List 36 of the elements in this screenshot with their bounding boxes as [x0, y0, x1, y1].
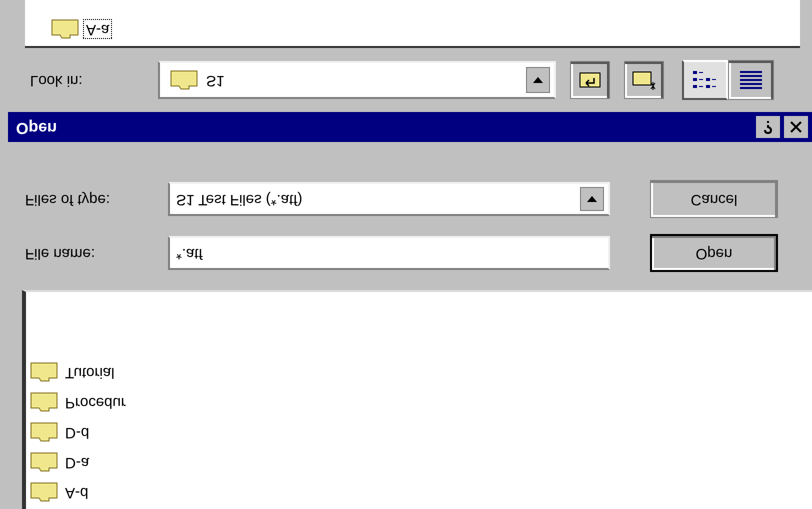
details-view-icon: [738, 69, 764, 91]
list-view-button[interactable]: [682, 60, 728, 100]
folder-icon: [51, 19, 79, 39]
look-in-dropdown[interactable]: S1: [158, 61, 556, 99]
folder-item[interactable]: Procedur: [62, 392, 129, 412]
new-folder-button[interactable]: [624, 61, 664, 99]
folder-icon: [30, 482, 58, 502]
folder-icon: [170, 70, 198, 90]
folder-icon: [30, 452, 58, 472]
help-button[interactable]: [756, 116, 780, 138]
file-type-dropdown[interactable]: S1 Test Files (*.atf): [168, 182, 610, 216]
dropdown-value: S1: [206, 71, 226, 92]
details-view-button[interactable]: [728, 60, 774, 100]
folder-item[interactable]: A-a: [83, 19, 112, 39]
folder-icon: [30, 362, 58, 382]
dropdown-value: S1 Test Files (*.atf): [176, 190, 304, 210]
file-name-field[interactable]: *.atf: [168, 236, 610, 270]
list-view-icon: [692, 70, 718, 90]
folder-item[interactable]: D-d: [62, 422, 92, 442]
up-folder-button[interactable]: [570, 61, 610, 99]
folder-icon: [30, 422, 58, 442]
field-label: Files of type:: [25, 190, 112, 210]
folder-item[interactable]: A-d: [62, 482, 92, 502]
field-label: File name:: [25, 244, 96, 264]
close-button[interactable]: [784, 116, 808, 138]
look-in-label: Look in:: [30, 71, 84, 92]
window-title: Open: [16, 118, 57, 138]
field-value: *.atf: [176, 244, 204, 264]
cancel-button[interactable]: Cancel: [650, 180, 778, 218]
help-icon: [764, 120, 772, 134]
open-button[interactable]: Open: [650, 234, 778, 272]
folder-item[interactable]: Tutorial: [62, 362, 118, 382]
close-icon: [790, 121, 802, 133]
folder-icon: [30, 392, 58, 412]
new-folder-icon: [631, 69, 657, 91]
folder-item[interactable]: D-a: [62, 452, 92, 472]
